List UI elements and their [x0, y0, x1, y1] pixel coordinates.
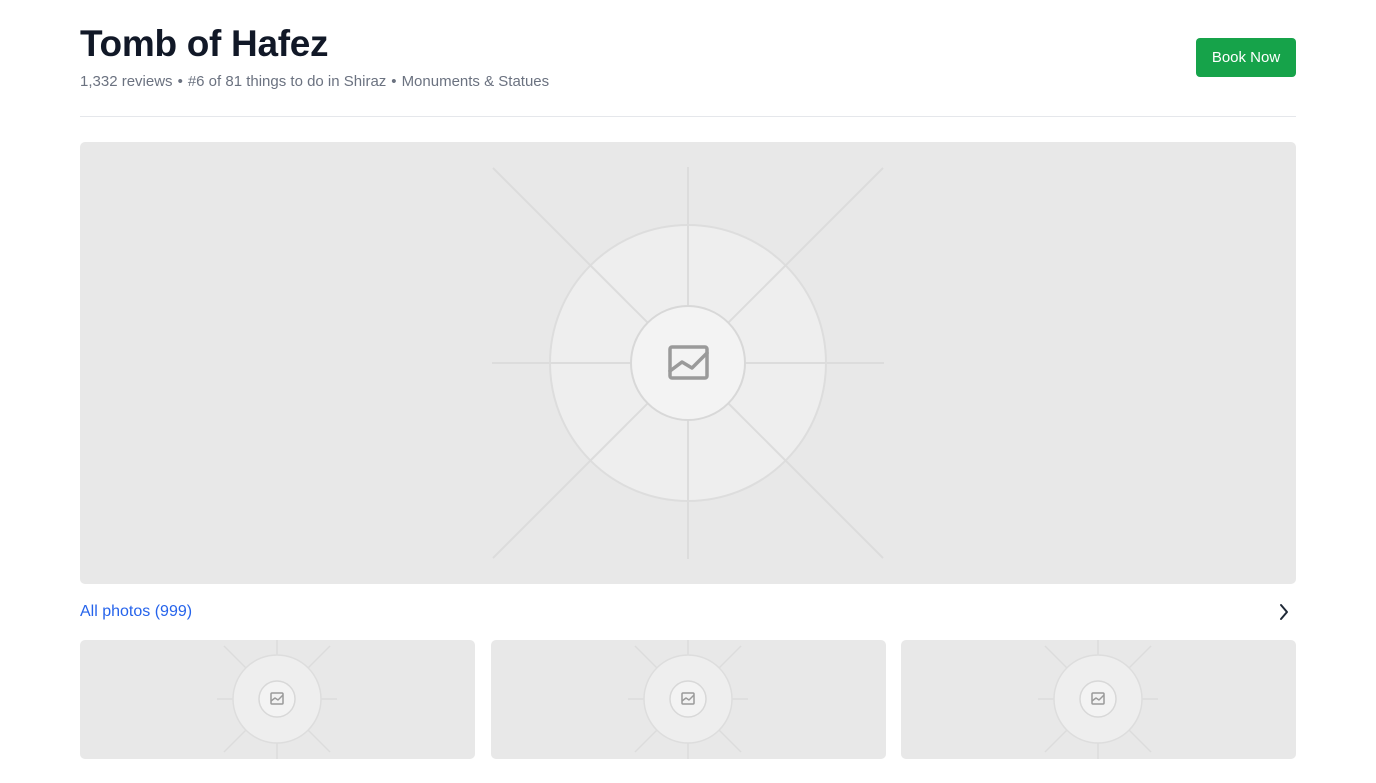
all-photos-link[interactable]: All photos (999)	[80, 602, 192, 622]
attraction-meta: 1,332 reviews • #6 of 81 things to do in S…	[80, 72, 549, 92]
meta-separator: •	[177, 73, 183, 90]
attraction-page: Tomb of Hafez 1,332 reviews • #6 of 81 thi…	[0, 0, 1376, 783]
image-placeholder-icon	[628, 640, 748, 759]
book-now-button[interactable]: Book Now	[1196, 38, 1296, 77]
thumbnail-photo[interactable]	[491, 640, 886, 759]
photos-row: All photos (999)	[80, 600, 1296, 624]
image-placeholder-icon	[1038, 640, 1158, 759]
image-placeholder-icon	[217, 640, 337, 759]
review-count: 1,332 reviews	[80, 73, 173, 90]
category-text: Monuments & Statues	[401, 73, 550, 90]
attraction-header: Tomb of Hafez 1,332 reviews • #6 of 81 thi…	[80, 22, 1296, 117]
thumbnail-photo[interactable]	[80, 640, 475, 759]
hero-photo[interactable]	[80, 142, 1296, 584]
meta-separator: •	[391, 73, 397, 90]
page-title: Tomb of Hafez	[80, 23, 329, 64]
image-placeholder-icon	[492, 167, 884, 559]
chevron-right-icon[interactable]	[1272, 600, 1296, 624]
thumbnail-photo[interactable]	[901, 640, 1296, 759]
thumbnail-strip	[80, 640, 1296, 759]
ranking-text: #6 of 81 things to do in Shiraz	[187, 73, 387, 90]
